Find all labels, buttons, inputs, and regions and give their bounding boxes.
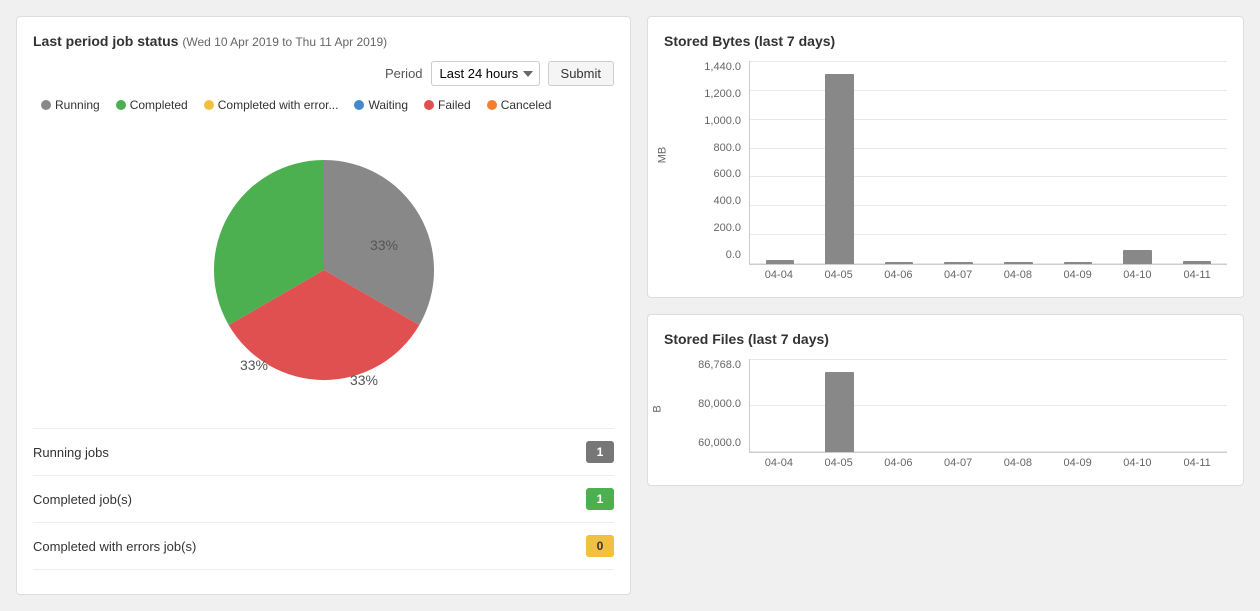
legend-label-waiting: Waiting [368, 98, 408, 112]
stat-badge-completed: 1 [586, 488, 614, 510]
bar-04-07 [929, 262, 989, 264]
legend-label-canceled: Canceled [501, 98, 552, 112]
bar-04-10 [1108, 250, 1168, 264]
stored-bytes-title: Stored Bytes (last 7 days) [664, 33, 1227, 49]
bytes-bars-inner [749, 61, 1227, 265]
legend-item-canceled: Canceled [487, 98, 552, 112]
stored-bytes-chart: MB 1,440.0 1,200.0 1,000.0 800.0 600.0 4… [664, 61, 1227, 281]
file-bar-04-05 [810, 372, 870, 452]
stored-files-y-label: B [652, 405, 664, 412]
legend-label-running: Running [55, 98, 100, 112]
stored-bytes-card: Stored Bytes (last 7 days) MB 1,440.0 1,… [647, 16, 1244, 298]
legend-item-completed-errors: Completed with error... [204, 98, 339, 112]
job-status-panel: Last period job status (Wed 10 Apr 2019 … [16, 16, 631, 595]
files-y-axis: 86,768.0 80,000.0 60,000.0 [684, 359, 749, 469]
failed-dot [424, 100, 434, 110]
panel-title: Last period job status (Wed 10 Apr 2019 … [33, 33, 614, 49]
bar-04-05 [810, 74, 870, 264]
bytes-x-labels: 04-04 04-05 04-06 04-07 04-08 04-09 04-1… [749, 265, 1227, 281]
stat-label-running: Running jobs [33, 445, 109, 460]
bar-04-04 [750, 260, 810, 264]
bar-04-09 [1048, 262, 1108, 264]
stat-row-errors: Completed with errors job(s) 0 [33, 523, 614, 570]
stored-files-title: Stored Files (last 7 days) [664, 331, 1227, 347]
slice-label-failed: 33% [239, 357, 267, 373]
chart-legend: Running Completed Completed with error..… [33, 98, 614, 112]
slice-label-completed: 33% [349, 372, 377, 388]
period-select[interactable]: Last 24 hours Last 7 days Last 30 days [431, 61, 540, 86]
stat-badge-errors: 0 [586, 535, 614, 557]
stored-bytes-y-label: MB [656, 147, 668, 164]
running-dot [41, 100, 51, 110]
period-row: Period Last 24 hours Last 7 days Last 30… [33, 61, 614, 86]
stored-files-card: Stored Files (last 7 days) B 86,768.0 80… [647, 314, 1244, 486]
files-bars-inner [749, 359, 1227, 453]
canceled-dot [487, 100, 497, 110]
legend-label-completed: Completed [130, 98, 188, 112]
period-label: Period [385, 66, 423, 81]
legend-label-failed: Failed [438, 98, 471, 112]
stat-label-completed: Completed job(s) [33, 492, 132, 507]
slice-label-running: 33% [369, 237, 397, 253]
bar-04-08 [989, 262, 1049, 264]
files-bars-area: 04-04 04-05 04-06 04-07 04-08 04-09 04-1… [749, 359, 1227, 469]
stat-label-errors: Completed with errors job(s) [33, 539, 196, 554]
waiting-dot [354, 100, 364, 110]
legend-item-waiting: Waiting [354, 98, 408, 112]
legend-item-running: Running [41, 98, 100, 112]
legend-item-completed: Completed [116, 98, 188, 112]
bytes-y-axis: 1,440.0 1,200.0 1,000.0 800.0 600.0 400.… [684, 61, 749, 281]
completed-errors-dot [204, 100, 214, 110]
legend-item-failed: Failed [424, 98, 471, 112]
stat-row-completed: Completed job(s) 1 [33, 476, 614, 523]
stats-table: Running jobs 1 Completed job(s) 1 Comple… [33, 428, 614, 570]
bytes-bars-area: 04-04 04-05 04-06 04-07 04-08 04-09 04-1… [749, 61, 1227, 281]
bar-04-06 [869, 262, 929, 264]
stat-row-running: Running jobs 1 [33, 429, 614, 476]
pie-chart-area: 33% 33% 33% [33, 120, 614, 420]
legend-label-completed-errors: Completed with error... [218, 98, 339, 112]
files-x-labels: 04-04 04-05 04-06 04-07 04-08 04-09 04-1… [749, 453, 1227, 469]
completed-dot [116, 100, 126, 110]
pie-chart: 33% 33% 33% [174, 130, 474, 410]
stat-badge-running: 1 [586, 441, 614, 463]
bar-04-11 [1167, 261, 1227, 264]
stored-files-chart: B 86,768.0 80,000.0 60,000.0 [664, 359, 1227, 469]
submit-button[interactable]: Submit [548, 61, 614, 86]
right-panel: Stored Bytes (last 7 days) MB 1,440.0 1,… [647, 16, 1244, 595]
